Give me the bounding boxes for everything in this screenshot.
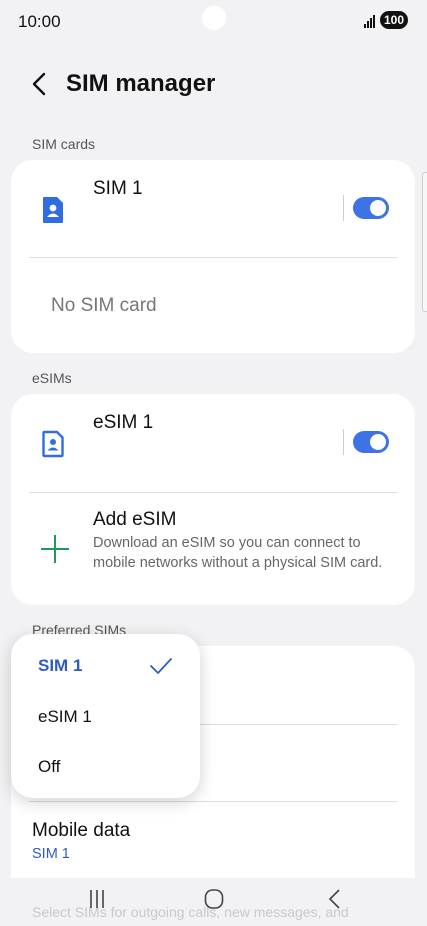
popup-option-esim1[interactable]: eSIM 1 [38,707,92,727]
section-label-esims: eSIMs [32,370,72,386]
sim-card-icon [40,195,66,225]
signal-icon [364,14,378,28]
mobile-data-value: SIM 1 [32,846,70,862]
sim1-toggle[interactable] [353,197,389,219]
back-icon[interactable] [326,888,344,910]
checkmark-icon [149,656,173,676]
toggle-separator [343,195,344,221]
section-label-sim-cards: SIM cards [32,136,96,152]
front-camera [202,6,226,30]
popup-option-off[interactable]: Off [38,757,60,777]
back-arrow-icon[interactable] [28,70,52,98]
home-icon[interactable] [204,888,224,910]
battery-icon: 100 [380,11,409,29]
add-esim-row[interactable]: Add eSIM Download an eSIM so you can con… [11,493,415,603]
esim1-label: eSIM 1 [93,412,154,433]
no-sim-card-label: No SIM card [51,295,157,316]
divider [29,801,397,802]
scrollbar[interactable] [422,172,427,312]
mobile-data-title: Mobile data [32,820,131,841]
page-title: SIM manager [66,70,216,97]
add-esim-description: Download an eSIM so you can connect to m… [93,535,383,571]
mobile-data-row[interactable]: Mobile data SIM 1 [11,806,415,866]
divider [29,257,397,258]
status-bar: 10:00 100 [0,0,427,40]
navigation-bar [0,878,427,926]
toggle-separator [343,429,344,455]
sim-cards-card: SIM 1 No SIM card [11,160,415,353]
esim1-toggle[interactable] [353,431,389,453]
add-esim-title: Add eSIM [93,509,177,530]
plus-icon [39,533,71,565]
esims-card: eSIM 1 Add eSIM Download an eSIM so you … [11,394,415,605]
status-time: 10:00 [18,12,61,31]
popup-option-sim1[interactable]: SIM 1 [38,656,82,676]
recents-icon[interactable] [88,888,106,910]
esim-icon [40,429,66,459]
sim1-label: SIM 1 [93,178,143,199]
